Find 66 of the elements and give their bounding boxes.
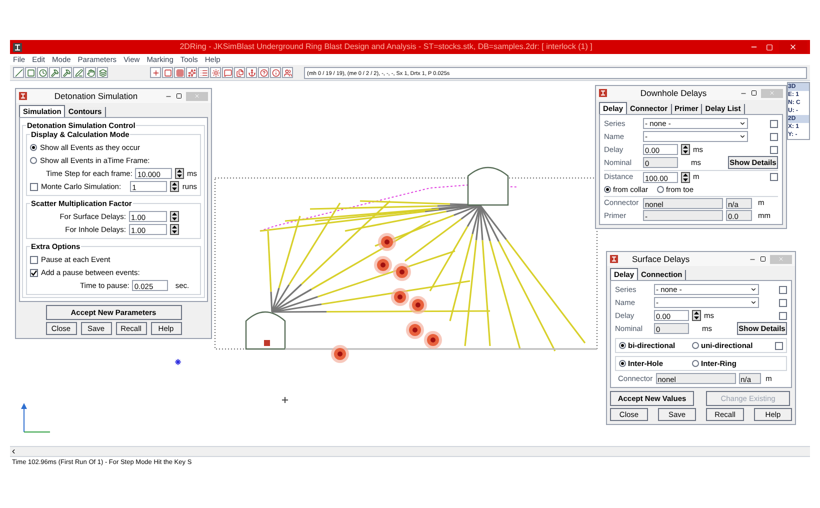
checkbox[interactable] xyxy=(770,132,778,140)
hand-icon[interactable] xyxy=(85,67,96,78)
radio-button[interactable] xyxy=(619,342,626,349)
sparkles-icon[interactable] xyxy=(186,67,197,78)
anchor-icon[interactable] xyxy=(246,67,257,78)
spinner-icon[interactable] xyxy=(170,224,179,235)
marker-icon xyxy=(174,358,182,366)
message-icon[interactable] xyxy=(222,67,233,78)
checkbox[interactable] xyxy=(779,298,787,306)
spinner-icon[interactable] xyxy=(170,211,179,222)
clock-icon[interactable] xyxy=(37,67,48,78)
spinner-icon[interactable] xyxy=(170,181,180,192)
square-icon[interactable] xyxy=(162,67,173,78)
layers-icon[interactable] xyxy=(97,67,108,78)
scroll-left-icon xyxy=(10,448,17,455)
maximize-icon[interactable] xyxy=(760,256,766,262)
pen-icon[interactable] xyxy=(73,67,84,78)
dialog-title: Surface Delays xyxy=(631,252,691,266)
dialog-title: Downhole Delays xyxy=(639,86,708,100)
sun-icon[interactable] xyxy=(210,67,221,78)
checkbox[interactable] xyxy=(775,342,783,350)
hammer-icon[interactable] xyxy=(49,67,60,78)
info-icon[interactable] xyxy=(270,67,281,78)
app-icon xyxy=(19,92,27,100)
users-icon[interactable] xyxy=(282,67,293,78)
checkbox[interactable] xyxy=(30,182,38,190)
grid-icon[interactable] xyxy=(174,67,185,78)
files-icon[interactable] xyxy=(234,67,245,78)
app-icon xyxy=(13,42,22,52)
checkbox[interactable] xyxy=(30,268,38,276)
window-title: 2DRing - JKSimBlast Underground Ring Blast Design and Analysis - ST=stocks.stk, DB=samples.2dr: [ interlock (1) ] xyxy=(178,41,594,53)
close-icon xyxy=(769,90,775,96)
plus-icon[interactable] xyxy=(150,67,161,78)
radio-button[interactable] xyxy=(692,360,699,367)
maximize-icon[interactable] xyxy=(751,90,757,96)
close-icon xyxy=(789,43,797,51)
spinner-icon[interactable] xyxy=(681,144,690,155)
spinner-icon[interactable] xyxy=(175,168,184,179)
line-icon[interactable] xyxy=(13,67,24,78)
close-icon xyxy=(778,256,784,262)
close-icon xyxy=(194,93,200,99)
checkbox[interactable] xyxy=(30,256,38,264)
axis-icon xyxy=(21,403,50,432)
square-icon[interactable] xyxy=(25,67,36,78)
checkbox[interactable] xyxy=(770,120,778,128)
radio-button[interactable] xyxy=(30,144,37,151)
radio-button[interactable] xyxy=(692,342,699,349)
app-icon xyxy=(610,255,618,263)
checkbox[interactable] xyxy=(770,173,778,181)
crosshair-icon xyxy=(282,396,288,404)
radio-button[interactable] xyxy=(657,186,664,193)
checkbox[interactable] xyxy=(779,312,787,320)
checkbox[interactable] xyxy=(770,146,778,154)
list-icon[interactable] xyxy=(198,67,209,78)
scrollbar[interactable] xyxy=(10,446,810,456)
spinner-icon[interactable] xyxy=(692,310,701,321)
dialog-title: Detonation Simulation xyxy=(53,90,139,102)
help-icon[interactable] xyxy=(258,67,269,78)
app-icon xyxy=(599,89,607,97)
checkbox[interactable] xyxy=(779,286,787,294)
hammer-icon[interactable] xyxy=(61,67,72,78)
radio-button[interactable] xyxy=(30,157,37,164)
radio-button[interactable] xyxy=(604,186,611,193)
spinner-icon[interactable] xyxy=(681,172,690,182)
maximize-icon[interactable] xyxy=(176,93,182,99)
radio-button[interactable] xyxy=(619,360,626,367)
